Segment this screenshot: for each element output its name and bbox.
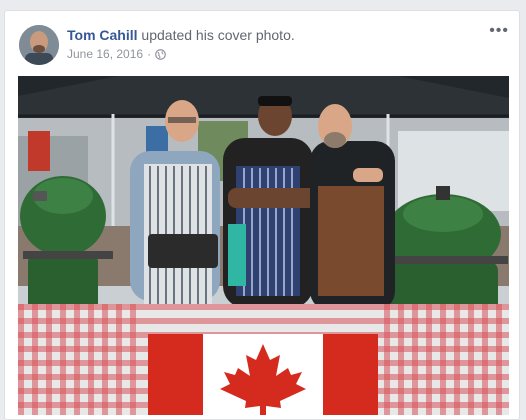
post-meta: June 16, 2016 ·: [67, 47, 295, 61]
post-headline: Tom Cahill updated his cover photo.: [67, 26, 295, 44]
meta-separator: ·: [147, 47, 152, 61]
cover-photo[interactable]: [18, 76, 509, 415]
globe-icon[interactable]: [155, 48, 166, 60]
feed-post-card: Tom Cahill updated his cover photo. June…: [4, 10, 520, 420]
post-action-text: updated his cover photo.: [141, 27, 295, 43]
author-name-link[interactable]: Tom Cahill: [67, 27, 138, 43]
post-timestamp[interactable]: June 16, 2016: [67, 47, 143, 61]
author-avatar[interactable]: [19, 25, 59, 65]
post-header: Tom Cahill updated his cover photo. June…: [67, 26, 295, 61]
more-options-icon[interactable]: •••: [489, 23, 509, 39]
